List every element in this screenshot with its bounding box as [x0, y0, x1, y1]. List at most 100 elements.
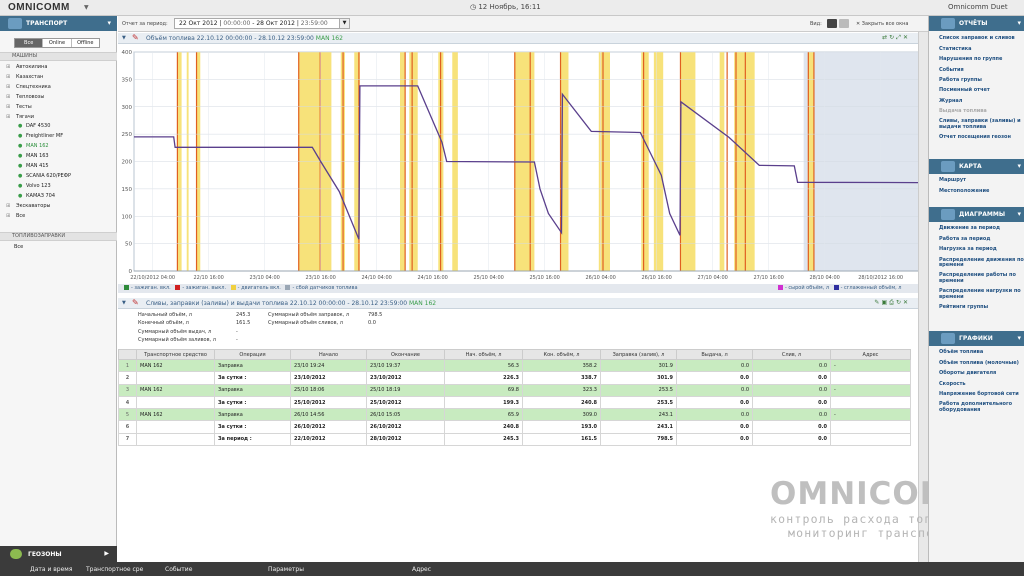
tree-item[interactable]: ● Freightliner MF [6, 132, 114, 142]
print-icon[interactable]: ⎙ [889, 299, 896, 306]
collapse-panel-icon[interactable]: ▼ [122, 35, 126, 41]
graphs-link[interactable]: Обороты двигателя [939, 369, 1024, 379]
tree-item[interactable]: ● MAN 415 [6, 162, 114, 172]
vehicle-dot-icon[interactable]: ● [18, 152, 22, 162]
vehicle-dot-icon[interactable]: ● [18, 182, 22, 192]
column-header[interactable]: Транспортное средство [136, 349, 215, 360]
map-header[interactable]: КАРТА ▾ [929, 159, 1024, 174]
map-link[interactable]: Маршрут [939, 176, 1024, 186]
expand-icon[interactable]: ⊞ [6, 83, 10, 93]
graphs-header[interactable]: ГРАФИКИ ▾ [929, 331, 1024, 346]
tree-item[interactable]: ● Volvo 123 [6, 182, 114, 192]
graphs-link[interactable]: Объём топлива (молочные) [939, 358, 1024, 368]
expand-icon[interactable]: ⊞ [6, 113, 10, 123]
reports-link[interactable]: Сливы, заправки (заливы) и выдачи топлив… [939, 117, 1024, 133]
reports-link[interactable]: Работа группы [939, 76, 1024, 86]
tree-item[interactable]: ● SCANIA 620/РЕФР [6, 172, 114, 182]
section-stations[interactable]: ТОПЛИВОЗАПРАВКИ [0, 232, 117, 241]
column-header[interactable]: Окончание [366, 349, 445, 360]
reports-link[interactable]: Статистика [939, 44, 1024, 54]
diagrams-link[interactable]: Нагрузка за период [939, 245, 1024, 255]
tree-item[interactable]: ⊞ Автокилина [6, 63, 114, 73]
tree-item[interactable]: ⊞ Спецтехника [6, 83, 114, 93]
column-header[interactable]: Кон. объём, л [522, 349, 601, 360]
tree-item[interactable]: ⊞ Тягачи [6, 113, 114, 123]
collapse-icon[interactable]: ▾ [1017, 162, 1021, 170]
collapse-table-icon[interactable]: ▼ [122, 300, 126, 306]
column-header[interactable]: Выдача, л [676, 349, 753, 360]
table-row[interactable]: 2 За сутки :23/10/2012 23/10/2012 226.3 338.… [118, 371, 911, 385]
user-name[interactable]: Omnicomm Duet [948, 3, 1008, 11]
save-icon[interactable]: ▣ [881, 299, 889, 306]
diagrams-link[interactable]: Распределение движения по времени [939, 255, 1024, 271]
period-dropdown-icon[interactable]: ▼ [339, 18, 350, 29]
collapse-icon[interactable]: ▾ [1017, 334, 1021, 342]
diagrams-link[interactable]: Распределение нагрузки по времени [939, 287, 1024, 303]
column-header[interactable]: Нач. объём, л [444, 349, 523, 360]
expand-icon[interactable]: ⊞ [6, 93, 10, 103]
graphs-link[interactable]: Скорость [939, 379, 1024, 389]
column-header[interactable]: Слив, л [752, 349, 831, 360]
app-logo[interactable]: OMNICOMM [8, 2, 70, 13]
table-row[interactable]: 6 За сутки :26/10/2012 26/10/2012 240.8 193.… [118, 420, 911, 434]
view-list-icon[interactable] [827, 19, 837, 28]
events-col-event[interactable]: Событие [165, 566, 192, 573]
geozones-header[interactable]: ГЕОЗОНЫ ▶ [0, 546, 117, 562]
filter-all[interactable]: Все [15, 39, 44, 47]
transport-header[interactable]: ТРАНСПОРТ ▾ [0, 16, 117, 31]
table-row[interactable]: 7 За период :22/10/2012 28/10/2012 245.3 161… [118, 432, 911, 447]
column-header[interactable]: Заправка (залив), л [600, 349, 677, 360]
graphs-link[interactable]: Напряжение бортовой сети [939, 390, 1024, 400]
tree-item[interactable]: ⊞ Казахстан [6, 73, 114, 83]
view-grid-icon[interactable] [839, 19, 849, 28]
reports-link[interactable]: Список заправок и сливов [939, 34, 1024, 44]
section-vehicles[interactable]: МАШИНЫ [0, 52, 117, 61]
chevron-down-icon[interactable]: ▼ [84, 4, 89, 11]
diagrams-header[interactable]: ДИАГРАММЫ ▾ [929, 207, 1024, 222]
tree-item[interactable]: ● MAN 163 [6, 152, 114, 162]
vehicle-dot-icon[interactable]: ● [18, 192, 22, 202]
reports-link[interactable]: События [939, 65, 1024, 75]
column-header[interactable]: Операция [214, 349, 291, 360]
graphs-link[interactable]: Объём топлива [939, 348, 1024, 358]
filter-online[interactable]: Online [43, 39, 72, 47]
filter-offline[interactable]: Offline [72, 39, 99, 47]
events-col-address[interactable]: Адрес [412, 566, 431, 573]
reports-header[interactable]: ОТЧЁТЫ ▾ [929, 16, 1024, 31]
collapse-icon[interactable]: ▾ [1017, 19, 1021, 27]
close-panel-icon[interactable]: ✕ [903, 299, 910, 306]
panel-tools[interactable]: ⇄↻⤢✕ [882, 34, 910, 42]
fuel-chart[interactable]: 05010015020025030035040022/10/2012 04:00… [118, 44, 918, 284]
column-header[interactable]: Начало [290, 349, 367, 360]
table-row[interactable]: 4 За сутки :25/10/2012 25/10/2012 199.3 240.… [118, 395, 911, 410]
events-col-params[interactable]: Параметры [268, 566, 304, 573]
hide-all-button[interactable]: ✕ Закрыть все окна [856, 21, 908, 27]
tree-item[interactable]: ● DAF 4530 [6, 122, 114, 132]
vehicle-dot-icon[interactable]: ● [18, 172, 22, 182]
maximize-icon[interactable]: ⤢ [896, 34, 903, 41]
tree-item[interactable]: ● MAN 162 [6, 142, 114, 152]
table-row[interactable]: 1 MAN 162 Заправка 23/10 19:24 23/10 19:37 56… [118, 358, 911, 373]
collapse-icon[interactable]: ▾ [107, 19, 111, 27]
tree-item[interactable]: ⊞ Экскаваторы [6, 202, 114, 212]
tree-item[interactable]: ⊞ Все [6, 212, 114, 222]
vehicle-dot-icon[interactable]: ● [18, 132, 22, 142]
map-link[interactable]: Местоположение [939, 186, 1024, 196]
reports-link[interactable]: Отчет посещения геозон [939, 133, 1024, 143]
expand-icon[interactable]: ⊞ [6, 103, 10, 113]
tree-item[interactable]: ⊞ Тепловозы [6, 93, 114, 103]
diagrams-link[interactable]: Движение за период [939, 224, 1024, 234]
table-row[interactable]: 5 MAN 162 Заправка 26/10 14:56 26/10 15:05 65… [118, 408, 911, 422]
diagrams-link[interactable]: Работа за период [939, 234, 1024, 244]
tree-item[interactable]: ⊞ Тесты [6, 103, 114, 113]
reports-link[interactable]: Посменный отчет [939, 86, 1024, 96]
period-field[interactable]: 22 Окт 2012 | 00:00:00 - 28 Окт 2012 | 2… [174, 18, 350, 29]
graphs-link[interactable]: Работа дополнительного оборудования [939, 400, 1024, 416]
reports-link[interactable]: Нарушения по группе [939, 55, 1024, 65]
expand-icon[interactable]: ⊞ [6, 63, 10, 73]
events-col-vehicle[interactable]: Транспортное сре [86, 566, 143, 573]
expand-icon[interactable]: ▶ [104, 550, 109, 557]
expand-icon[interactable]: ⊞ [6, 202, 10, 212]
table-tools[interactable]: ✎▣⎙↻✕ [874, 299, 910, 307]
tree-item[interactable]: ● КАМАЗ 704 [6, 192, 114, 202]
